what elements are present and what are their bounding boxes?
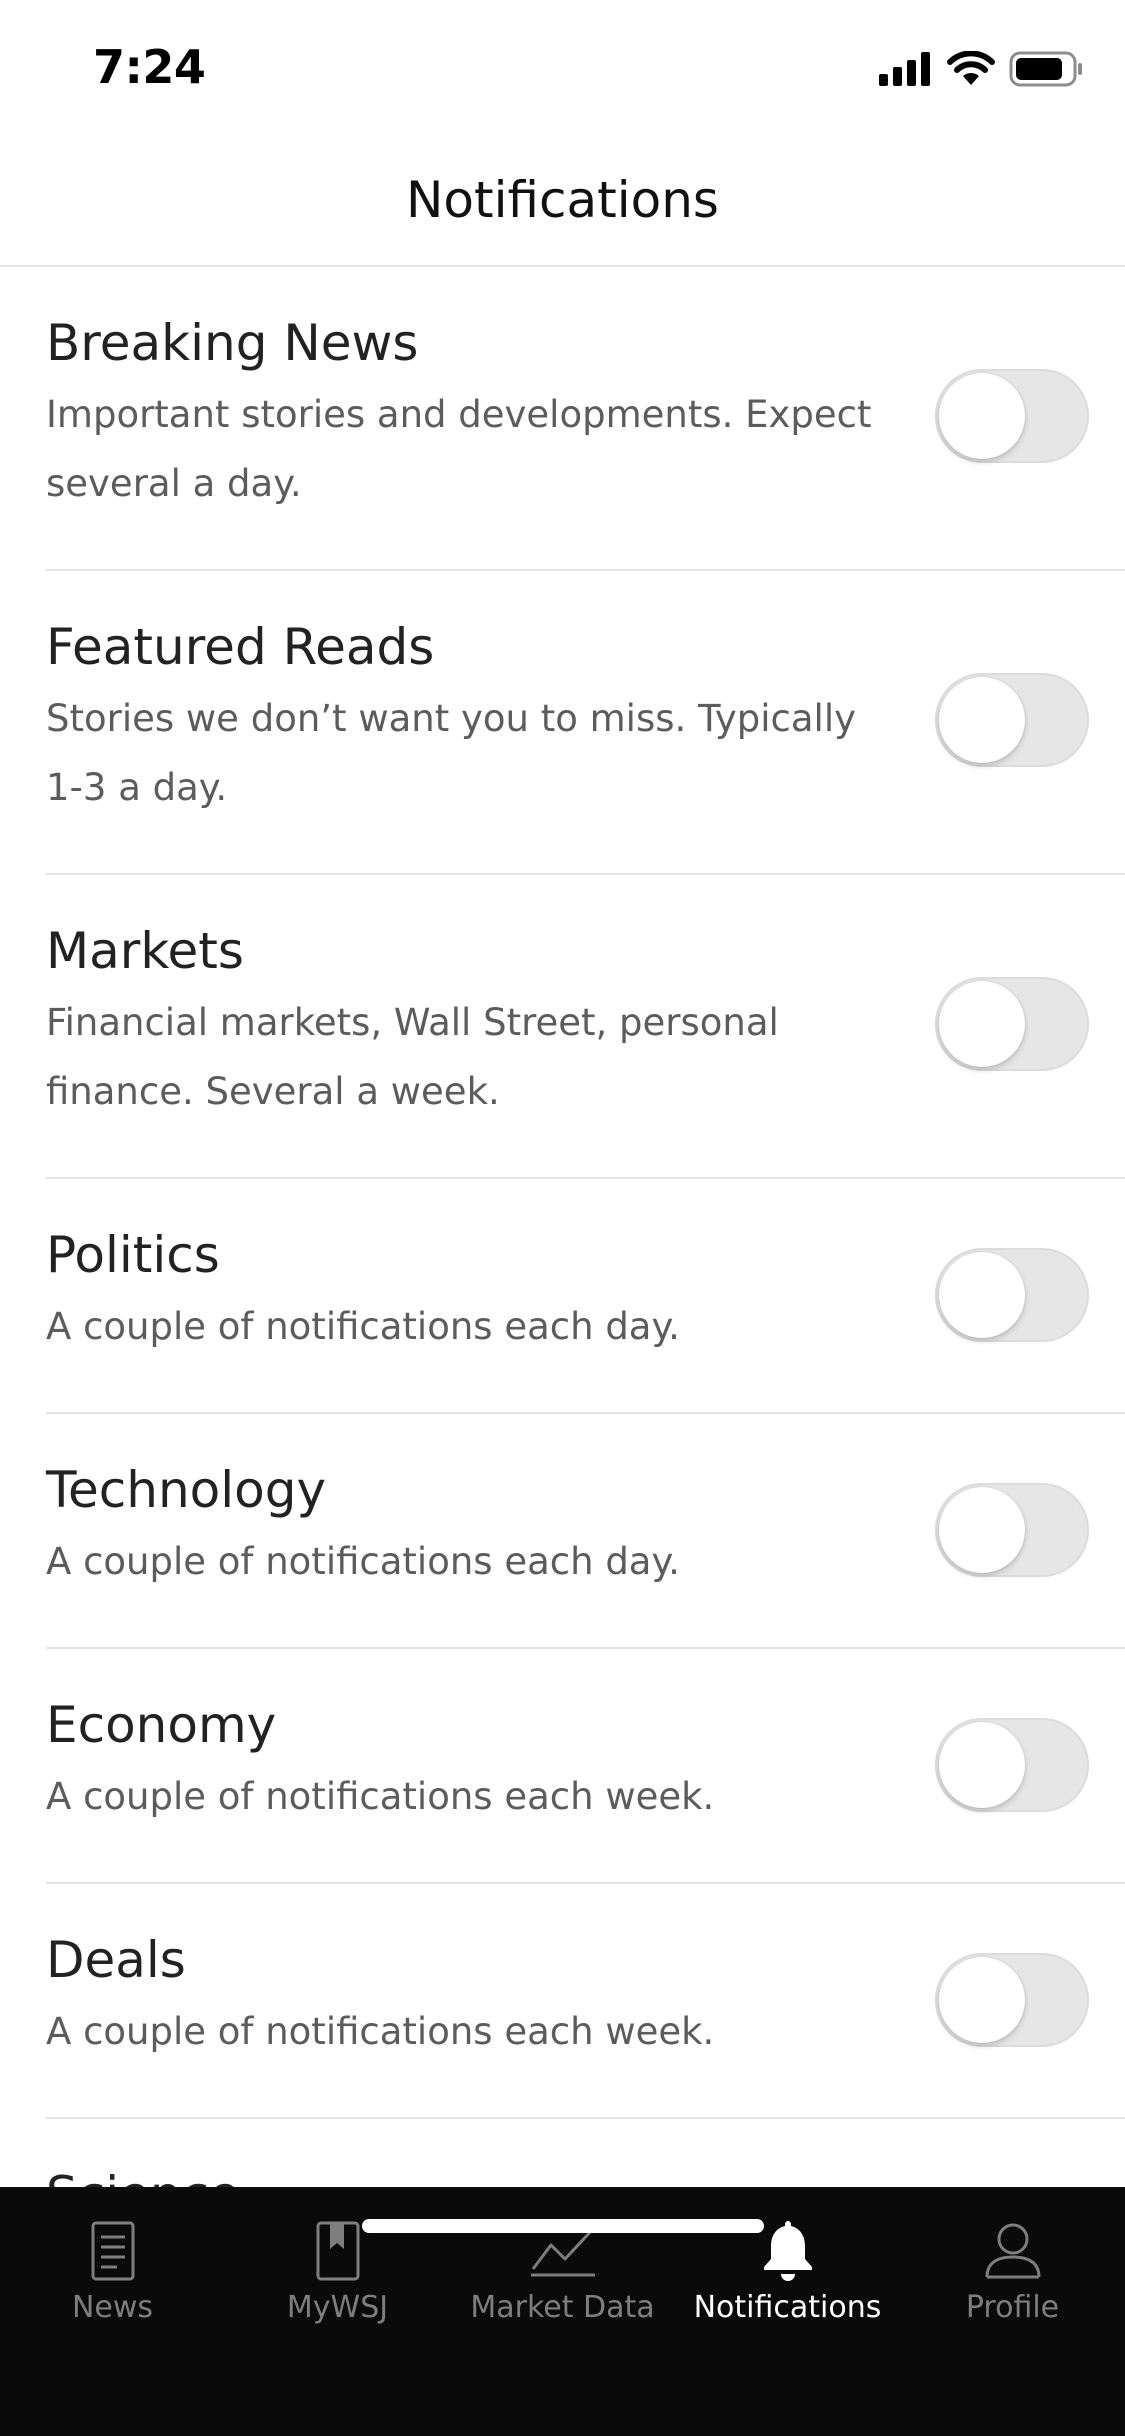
home-indicator[interactable] [362, 2219, 764, 2233]
notification-title: Markets [46, 922, 244, 980]
notification-title: Science [46, 2164, 1125, 2187]
markets-toggle[interactable] [935, 977, 1089, 1071]
notification-description: Stories we don’t want you to miss. Typic… [46, 697, 856, 809]
notification-description: A couple of notifications each week. [46, 2010, 715, 2053]
deals-toggle[interactable] [935, 1953, 1089, 2047]
tab-notifications[interactable]: Notifications [675, 2187, 900, 2347]
status-icons [879, 48, 1083, 90]
toggle-knob [939, 1252, 1025, 1338]
status-time: 7:24 [93, 40, 206, 94]
notification-description: Important stories and developments. Expe… [46, 393, 872, 505]
notification-list[interactable]: Breaking News Important stories and deve… [0, 267, 1125, 2187]
notification-row-technology: Technology A couple of notifications eac… [0, 1414, 1125, 1649]
notification-row-science: Science [0, 2119, 1125, 2187]
breaking-news-toggle[interactable] [935, 369, 1089, 463]
tab-market-data[interactable]: Market Data [450, 2187, 675, 2347]
notification-description: A couple of notifications each day. [46, 1305, 680, 1348]
notification-row-markets: Markets Financial markets, Wall Street, … [0, 875, 1125, 1179]
cellular-signal-icon [879, 52, 930, 86]
tab-bar: News MyWSJ Market Data Notifications Pro… [0, 2187, 1125, 2436]
tab-label: Notifications [693, 2290, 882, 2325]
tab-label: News [71, 2290, 154, 2325]
notification-row-politics: Politics A couple of notifications each … [0, 1179, 1125, 1414]
wifi-icon [947, 51, 995, 85]
toggle-knob [939, 373, 1025, 459]
page-title: Notifications [406, 171, 719, 229]
tab-profile[interactable]: Profile [900, 2187, 1125, 2347]
notification-title: Featured Reads [46, 618, 435, 676]
tab-label: Profile [965, 2290, 1060, 2325]
tab-news[interactable]: News [0, 2187, 225, 2347]
notification-description: A couple of notifications each day. [46, 1540, 680, 1583]
notification-row-economy: Economy A couple of notifications each w… [0, 1649, 1125, 1884]
notification-title: Breaking News [46, 314, 419, 372]
battery-icon [1009, 51, 1082, 87]
notification-row-breaking-news: Breaking News Important stories and deve… [0, 267, 1125, 571]
politics-toggle[interactable] [935, 1248, 1089, 1342]
toggle-knob [939, 677, 1025, 763]
notification-row-deals: Deals A couple of notifications each wee… [0, 1884, 1125, 2119]
tab-mywsj[interactable]: MyWSJ [225, 2187, 450, 2347]
nav-header: Notifications [0, 135, 1125, 267]
status-bar: 7:24 [0, 0, 1125, 135]
toggle-knob [939, 1957, 1025, 2043]
economy-toggle[interactable] [935, 1718, 1089, 1812]
profile-icon [985, 2223, 1040, 2279]
toggle-knob [939, 981, 1025, 1067]
notification-description: Financial markets, Wall Street, personal… [46, 1001, 779, 1113]
technology-toggle[interactable] [935, 1483, 1089, 1577]
featured-reads-toggle[interactable] [935, 673, 1089, 767]
tab-label: Market Data [470, 2290, 655, 2325]
notification-row-featured-reads: Featured Reads Stories we don’t want you… [0, 571, 1125, 875]
news-icon [91, 2221, 134, 2281]
tab-label: MyWSJ [286, 2290, 389, 2325]
toggle-knob [939, 1722, 1025, 1808]
toggle-knob [939, 1487, 1025, 1573]
notification-description: A couple of notifications each week. [46, 1775, 715, 1818]
